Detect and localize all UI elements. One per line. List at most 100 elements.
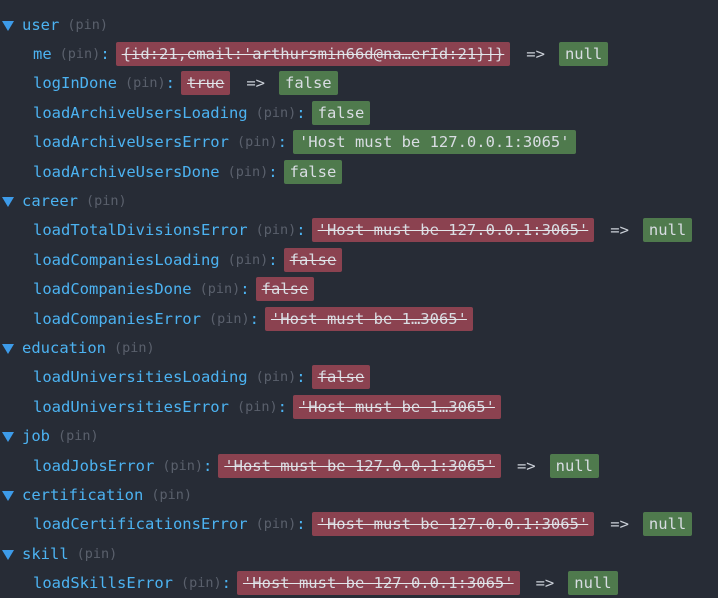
prop-key: loadArchiveUsersDone — [33, 162, 220, 181]
old-value: 'Host must be 127.0.0.1:3065' — [236, 571, 520, 596]
pin-button[interactable]: (pin) — [256, 222, 297, 238]
prop-row: loadArchiveUsersLoading (pin): false — [0, 98, 718, 127]
old-value: 'Host must be 1…3065' — [264, 306, 473, 331]
pin-button[interactable]: (pin) — [256, 369, 297, 385]
colon: : — [277, 133, 287, 152]
pin-button[interactable]: (pin) — [114, 340, 155, 356]
new-value: null — [642, 218, 693, 243]
prop-key: logInDone — [33, 74, 117, 93]
section-key[interactable]: skill — [22, 545, 69, 563]
old-value: false — [255, 277, 315, 302]
colon: : — [268, 162, 278, 181]
colon: : — [100, 45, 110, 64]
new-value: false — [283, 159, 343, 184]
new-value: false — [311, 100, 371, 125]
prop-key: me — [33, 45, 52, 64]
old-value: false — [311, 365, 371, 390]
prop-key: loadTotalDivisionsError — [33, 221, 248, 240]
colon: : — [221, 574, 231, 593]
section-row-user[interactable]: user (pin) — [0, 10, 718, 39]
section-row-education[interactable]: education (pin) — [0, 333, 718, 362]
prop-key: loadCertificationsError — [33, 515, 248, 534]
section-key[interactable]: certification — [22, 486, 143, 504]
colon: : — [240, 280, 250, 299]
colon: : — [249, 309, 259, 328]
old-value: false — [283, 247, 343, 272]
change-arrow: => — [516, 456, 536, 475]
new-value: null — [568, 571, 618, 596]
section-key[interactable]: job — [22, 427, 50, 445]
prop-key: loadUniversitiesError — [33, 397, 229, 416]
new-value: false — [278, 71, 338, 96]
pin-button[interactable]: (pin) — [60, 46, 101, 62]
expand-triangle-icon[interactable] — [2, 549, 14, 560]
state-diff-tree: user (pin) me (pin): {id:21,email:'arthursmi… — [0, 10, 718, 598]
prop-row: loadArchiveUsersDone (pin): false — [0, 157, 718, 186]
prop-row: loadJobsError (pin): 'Host must be 127.0.0… — [0, 451, 718, 480]
pin-button[interactable]: (pin) — [200, 281, 241, 297]
pin-button[interactable]: (pin) — [237, 399, 278, 415]
pin-button[interactable]: (pin) — [77, 546, 118, 562]
expand-triangle-icon[interactable] — [2, 343, 14, 354]
colon: : — [296, 221, 306, 240]
change-arrow: => — [246, 74, 265, 93]
pin-button[interactable]: (pin) — [86, 193, 127, 209]
change-arrow: => — [535, 574, 555, 593]
prop-key: loadJobsError — [33, 456, 155, 475]
expand-triangle-icon[interactable] — [2, 490, 14, 501]
pin-button[interactable]: (pin) — [58, 428, 99, 444]
section-row-career[interactable]: career (pin) — [0, 186, 718, 215]
old-value: 'Host must be 127.0.0.1:3065' — [218, 453, 501, 478]
old-value: true — [180, 71, 231, 96]
old-value: 'Host must be 127.0.0.1:3065' — [311, 512, 595, 537]
pin-button[interactable]: (pin) — [228, 164, 269, 180]
section-key[interactable]: user — [22, 16, 59, 34]
old-value: 'Host must be 127.0.0.1:3065' — [311, 218, 595, 243]
change-arrow: => — [526, 45, 545, 64]
prop-row: loadUniversitiesError (pin): 'Host must be… — [0, 392, 718, 421]
prop-key: loadArchiveUsersLoading — [33, 103, 248, 122]
new-value: 'Host must be 127.0.0.1:3065' — [292, 130, 576, 155]
expand-triangle-icon[interactable] — [2, 20, 14, 31]
prop-row: loadCompaniesDone (pin): false — [0, 275, 718, 304]
new-value: null — [549, 453, 599, 478]
prop-key: loadUniversitiesLoading — [33, 368, 248, 387]
expand-triangle-icon[interactable] — [2, 432, 14, 443]
pin-button[interactable]: (pin) — [67, 17, 108, 33]
prop-row: loadCompaniesError (pin): 'Host must be 1…… — [0, 304, 718, 333]
prop-row: loadArchiveUsersError (pin): 'Host must be… — [0, 128, 718, 157]
colon: : — [202, 456, 213, 475]
pin-button[interactable]: (pin) — [209, 311, 250, 327]
section-key[interactable]: career — [22, 192, 78, 210]
expand-triangle-icon[interactable] — [2, 197, 14, 208]
new-value: null — [642, 512, 693, 537]
colon: : — [268, 250, 278, 269]
prop-row: loadUniversitiesLoading (pin): false — [0, 363, 718, 392]
prop-row: loadCompaniesLoading (pin): false — [0, 245, 718, 274]
pin-button[interactable]: (pin) — [151, 487, 192, 503]
old-value: {id:21,email:'arthursmin66d@na…erId:21}]… — [115, 42, 511, 67]
change-arrow: => — [610, 515, 629, 534]
prop-key: loadSkillsError — [33, 574, 173, 593]
section-key[interactable]: education — [22, 339, 106, 357]
prop-row: loadTotalDivisionsError (pin): 'Host must … — [0, 216, 718, 245]
colon: : — [296, 515, 306, 534]
colon: : — [296, 368, 306, 387]
new-value: null — [558, 42, 609, 67]
prop-row: logInDone (pin): true => false — [0, 69, 718, 98]
prop-key: loadCompaniesError — [33, 309, 201, 328]
prop-key: loadArchiveUsersError — [33, 133, 229, 152]
change-arrow: => — [610, 221, 629, 240]
pin-button[interactable]: (pin) — [228, 252, 269, 268]
section-row-certification[interactable]: certification (pin) — [0, 480, 718, 509]
pin-button[interactable]: (pin) — [125, 75, 166, 91]
pin-button[interactable]: (pin) — [237, 134, 278, 150]
pin-button[interactable]: (pin) — [256, 516, 297, 532]
pin-button[interactable]: (pin) — [256, 105, 297, 121]
section-row-job[interactable]: job (pin) — [0, 421, 718, 450]
colon: : — [296, 103, 306, 122]
section-row-skill[interactable]: skill (pin) — [0, 539, 718, 568]
pin-button[interactable]: (pin) — [162, 458, 203, 474]
colon: : — [277, 397, 287, 416]
prop-row: me (pin): {id:21,email:'arthursmin66d@na…e… — [0, 39, 718, 68]
